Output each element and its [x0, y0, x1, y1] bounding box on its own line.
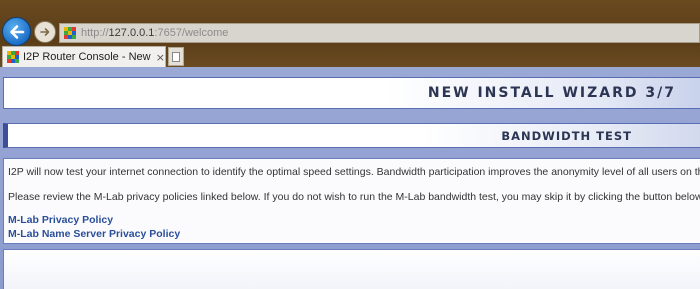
forward-arrow-icon: [40, 28, 50, 36]
i2p-favicon-icon: [64, 27, 76, 39]
new-tab-button[interactable]: [168, 47, 184, 66]
mlab-privacy-policy-link[interactable]: M-Lab Privacy Policy: [8, 213, 700, 227]
forward-button[interactable]: [34, 21, 56, 43]
page-content: NEW INSTALL WIZARD 3/7 BANDWIDTH TEST I2…: [0, 67, 700, 289]
url-rest: :7657/welcome: [154, 27, 229, 39]
url-prefix: http://: [81, 27, 109, 39]
close-tab-icon[interactable]: ×: [156, 51, 165, 64]
intro-paragraph: I2P will now test your internet connecti…: [8, 166, 700, 178]
new-tab-icon: [172, 51, 180, 62]
mlab-name-server-privacy-policy-link[interactable]: M-Lab Name Server Privacy Policy: [8, 227, 700, 241]
wizard-title: NEW INSTALL WIZARD 3/7: [427, 85, 676, 101]
wizard-footer: [3, 249, 700, 289]
section-header: BANDWIDTH TEST: [3, 123, 700, 148]
browser-chrome: http://127.0.0.1:7657/welcome I2P Router…: [0, 0, 700, 67]
tab-i2p-router-console[interactable]: I2P Router Console - New I... ×: [2, 46, 166, 67]
i2p-favicon-icon: [7, 51, 19, 63]
content-panel: I2P will now test your internet connecti…: [3, 158, 700, 244]
back-arrow-icon: [9, 24, 24, 39]
back-button[interactable]: [2, 17, 31, 46]
address-bar[interactable]: http://127.0.0.1:7657/welcome: [59, 23, 700, 43]
privacy-paragraph: Please review the M-Lab privacy policies…: [8, 191, 700, 203]
section-title: BANDWIDTH TEST: [501, 128, 632, 143]
wizard-header: NEW INSTALL WIZARD 3/7: [3, 77, 700, 109]
tab-title: I2P Router Console - New I...: [23, 51, 152, 63]
policy-links: M-Lab Privacy Policy M-Lab Name Server P…: [8, 213, 700, 241]
url-host: 127.0.0.1: [108, 27, 155, 39]
url-text: http://127.0.0.1:7657/welcome: [81, 27, 228, 39]
